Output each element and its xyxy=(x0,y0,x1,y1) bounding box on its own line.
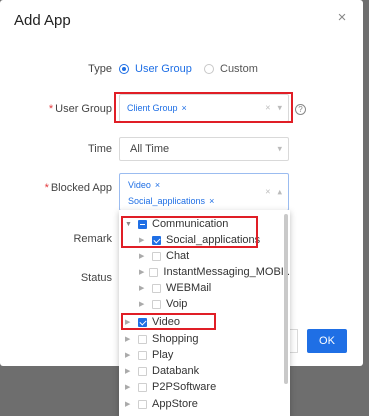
time-value: All Time xyxy=(130,143,170,155)
radio-user-group[interactable]: User Group xyxy=(119,63,192,75)
checkbox[interactable] xyxy=(138,366,147,376)
caret-right-icon[interactable]: ▶ xyxy=(139,268,144,276)
type-label: Type xyxy=(88,63,112,75)
tag-remove-icon[interactable]: × xyxy=(209,196,214,206)
caret-right-icon[interactable]: ▶ xyxy=(139,300,147,308)
tree-node-communication[interactable]: ▼ Communication xyxy=(125,216,280,232)
chevron-down-icon[interactable]: ▾ xyxy=(277,144,282,155)
time-select[interactable]: All Time ▾ xyxy=(119,137,289,161)
clear-icon[interactable]: × xyxy=(265,187,270,198)
radio-custom[interactable]: Custom xyxy=(204,63,258,75)
remark-label: Remark xyxy=(73,233,112,245)
user-group-label: * User Group xyxy=(48,103,112,115)
tag-video: Video × xyxy=(128,180,161,190)
blocked-app-label: * Blocked App xyxy=(44,182,112,194)
checkbox[interactable] xyxy=(149,267,159,277)
tag-social-applications: Social_applications × xyxy=(128,196,215,206)
tree-node-webmail[interactable]: ▶ WEBMail xyxy=(139,280,280,296)
help-icon[interactable]: ? xyxy=(295,104,306,115)
checkbox[interactable] xyxy=(152,235,161,245)
checkbox[interactable] xyxy=(138,317,147,327)
tree-node-shopping[interactable]: ▶ Shopping xyxy=(125,331,280,347)
dialog-title: Add App xyxy=(14,12,71,29)
ok-button[interactable]: OK xyxy=(307,329,347,353)
dropdown-scrollbar[interactable] xyxy=(284,214,288,384)
chevron-down-icon[interactable]: ▾ xyxy=(277,103,282,114)
caret-right-icon[interactable]: ▶ xyxy=(125,383,133,391)
caret-right-icon[interactable]: ▶ xyxy=(125,318,133,326)
radio-dot[interactable] xyxy=(119,64,129,74)
tag-client-group: Client Group × xyxy=(127,103,187,113)
checkbox[interactable] xyxy=(152,283,161,293)
tree-node-play[interactable]: ▶ Play xyxy=(125,347,280,363)
checkbox[interactable] xyxy=(152,251,161,261)
user-group-select[interactable]: Client Group × × ▾ xyxy=(119,94,289,122)
caret-right-icon[interactable]: ▶ xyxy=(125,335,133,343)
checkbox[interactable] xyxy=(138,350,147,360)
checkbox[interactable] xyxy=(138,382,147,392)
caret-right-icon[interactable]: ▶ xyxy=(125,367,133,375)
chevron-up-icon[interactable]: ▴ xyxy=(277,187,282,198)
tag-remove-icon[interactable]: × xyxy=(182,103,187,113)
tag-remove-icon[interactable]: × xyxy=(155,180,160,190)
tree-node-instantmessaging[interactable]: ▶ InstantMessaging_MOBI... xyxy=(139,264,290,280)
caret-right-icon[interactable]: ▶ xyxy=(125,400,133,408)
checkbox[interactable] xyxy=(152,299,161,309)
checkbox[interactable] xyxy=(138,219,147,229)
time-label: Time xyxy=(87,143,112,155)
tree-node-video[interactable]: ▶ Video xyxy=(125,314,280,330)
checkbox[interactable] xyxy=(138,334,147,344)
radio-dot[interactable] xyxy=(204,64,214,74)
caret-right-icon[interactable]: ▶ xyxy=(139,284,147,292)
blocked-app-dropdown[interactable]: ▼ Communication ▶ Social_applications ▶ … xyxy=(119,210,290,416)
tree-node-chat[interactable]: ▶ Chat xyxy=(139,248,280,264)
caret-down-icon[interactable]: ▼ xyxy=(125,221,133,228)
checkbox[interactable] xyxy=(138,399,147,409)
blocked-app-select[interactable]: Video × Social_applications × × ▴ xyxy=(119,173,289,211)
tree-node-databank[interactable]: ▶ Databank xyxy=(125,363,280,379)
tree-node-p2psoftware[interactable]: ▶ P2PSoftware xyxy=(125,379,280,395)
tree-node-voip[interactable]: ▶ Voip xyxy=(139,296,280,312)
caret-right-icon[interactable]: ▶ xyxy=(139,236,147,244)
tree-node-appstore[interactable]: ▶ AppStore xyxy=(125,396,280,412)
caret-right-icon[interactable]: ▶ xyxy=(125,351,133,359)
caret-right-icon[interactable]: ▶ xyxy=(139,252,147,260)
close-icon[interactable]: × xyxy=(335,10,349,25)
tree-node-social-applications[interactable]: ▶ Social_applications xyxy=(139,232,280,248)
clear-icon[interactable]: × xyxy=(265,103,270,114)
status-label: Status xyxy=(80,272,112,284)
cancel-button[interactable] xyxy=(290,329,298,353)
